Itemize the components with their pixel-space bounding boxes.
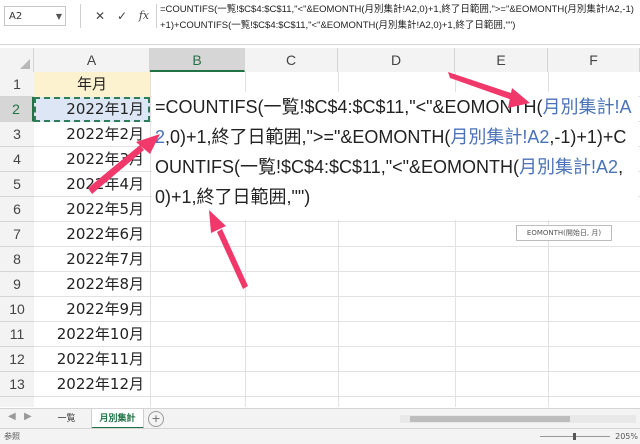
add-sheet-icon[interactable]: + [148,411,164,427]
formula-bar: A2 ▼ ✕ ✓ fx =COUNTIFS(一覧!$C$4:$C$11,"<"&… [0,0,640,45]
formula-reference: 月別集計!A2 [450,127,550,147]
column-header-bar: A B C D E F [0,48,640,73]
formula-bar-divider [156,4,157,28]
row-header[interactable]: 8 [0,247,34,272]
formula-input[interactable]: =COUNTIFS(一覧!$C$4:$C$11,"<"&EOMONTH(月別集計… [160,2,636,34]
gridline [150,72,151,407]
column-header-f[interactable]: F [548,48,640,72]
scrollbar-thumb[interactable] [410,416,570,422]
name-box-value: A2 [9,11,23,22]
cancel-icon[interactable]: ✕ [90,6,110,26]
name-box[interactable]: A2 ▼ [4,6,66,26]
cell-a10[interactable]: 2022年9月 [34,297,150,322]
cell-a7[interactable]: 2022年6月 [34,222,150,247]
formula-reference: 月別集計!A2 [519,157,619,177]
next-sheet-icon[interactable]: ▶ [24,411,32,422]
status-mode: 参照 [4,432,20,441]
select-all-corner[interactable] [0,48,34,72]
column-header-c[interactable]: C [245,48,338,72]
row-header[interactable]: 11 [0,322,34,347]
row-header[interactable]: 2 [0,97,34,122]
previous-sheet-icon[interactable]: ◀ [8,411,16,422]
column-header-b[interactable]: B [150,48,245,72]
row-header[interactable]: 1 [0,72,34,97]
formula-part: ,0)+1,終了日範囲,">="&EOMONTH( [165,127,451,147]
row-header[interactable]: 6 [0,197,34,222]
zoom-level[interactable]: 205% [615,429,638,444]
row-header-bar: 1 2 3 4 5 6 7 8 9 10 11 12 13 [0,72,35,407]
zoom-slider-knob[interactable] [573,433,576,440]
cell-a6[interactable]: 2022年5月 [34,197,150,222]
cell-a11[interactable]: 2022年10月 [34,322,150,347]
sheet-tab-bar: ◀ ▶ 一覧 月別集計 + [0,408,640,429]
row-header[interactable]: 4 [0,147,34,172]
formula-part: =COUNTIFS(一覧!$C$4:$C$11,"<"&EOMONTH( [155,97,543,117]
row-header[interactable]: 12 [0,347,34,372]
enter-icon[interactable]: ✓ [112,6,132,26]
column-header-e[interactable]: E [455,48,548,72]
cell-a5[interactable]: 2022年4月 [34,172,150,197]
sheet-tab-monthly[interactable]: 月別集計 [92,409,144,429]
sheet-tab-list[interactable]: 一覧 [42,409,92,429]
cell-a3[interactable]: 2022年2月 [34,122,150,147]
function-tooltip: EOMONTH(開始日, 月) [516,225,612,241]
status-bar: 参照 205% [0,428,640,444]
chevron-down-icon[interactable]: ▼ [56,7,62,27]
row-header[interactable]: 7 [0,222,34,247]
row-header[interactable]: 10 [0,297,34,322]
row-header[interactable]: 5 [0,172,34,197]
cell-a1-header[interactable]: 年月 [34,72,150,97]
cell-a8[interactable]: 2022年7月 [34,247,150,272]
row-header[interactable]: 3 [0,122,34,147]
cell-b2-editor[interactable]: =COUNTIFS(一覧!$C$4:$C$11,"<"&EOMONTH( 月別集計… [152,92,638,220]
cell-a4[interactable]: 2022年3月 [34,147,150,172]
zoom-slider[interactable] [540,433,610,440]
column-header-d[interactable]: D [338,48,455,72]
cell-a12[interactable]: 2022年11月 [34,347,150,372]
row-header[interactable]: 13 [0,372,34,397]
cell-a13[interactable]: 2022年12月 [34,372,150,397]
cell-a9[interactable]: 2022年8月 [34,272,150,297]
column-header-a[interactable]: A [34,48,150,72]
insert-function-icon[interactable]: fx [134,6,154,26]
row-header[interactable]: 9 [0,272,34,297]
horizontal-scrollbar[interactable] [400,415,636,423]
formula-bar-divider [80,4,81,28]
cell-a2[interactable]: 2022年1月 [34,97,150,122]
